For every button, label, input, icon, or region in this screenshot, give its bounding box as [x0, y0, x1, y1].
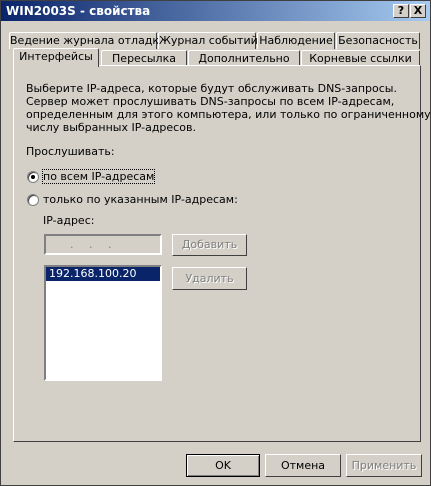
description-line: числу выбранных IP-адресов. — [26, 121, 196, 134]
close-button[interactable]: X — [410, 4, 426, 18]
ip-address-list[interactable]: 192.168.100.20 — [44, 265, 162, 381]
tab-label: Дополнительно — [198, 52, 290, 65]
radio-all-ip[interactable] — [27, 171, 39, 183]
radio-selected-dot — [31, 175, 35, 179]
description-line: Выберите IP-адреса, которые будут обслуж… — [26, 82, 397, 95]
tab-label: Безопасность — [338, 34, 418, 47]
remove-button[interactable]: Удалить — [172, 267, 247, 290]
tab-label: Наблюдение — [259, 34, 333, 47]
tab-label: Интерфейсы — [19, 50, 93, 63]
description-line: Сервер может прослушивать DNS-запросы по… — [26, 95, 395, 108]
radio-specific-ip-label[interactable]: только по указанным IP-адресам: — [43, 193, 238, 206]
list-item[interactable]: 192.168.100.20 — [46, 267, 160, 281]
help-button[interactable]: ? — [393, 4, 409, 18]
tab-monitoring[interactable]: Наблюдение — [257, 32, 335, 49]
ip-input-value: . . . — [70, 238, 118, 251]
add-button[interactable]: Добавить — [172, 234, 247, 256]
tab-interfaces[interactable]: Интерфейсы — [13, 48, 99, 67]
ip-address-input[interactable]: . . . — [44, 234, 162, 255]
cancel-button[interactable]: Отмена — [265, 454, 341, 477]
tab-event-log[interactable]: Журнал событий — [158, 32, 258, 49]
listen-label: Прослушивать: — [26, 145, 115, 158]
radio-all-ip-label[interactable]: по всем IP-адресам — [41, 169, 156, 184]
tab-label: Корневые ссылки — [309, 52, 412, 65]
window-title: WIN2003S - свойства — [6, 4, 151, 18]
tab-debug-logging[interactable]: Ведение журнала отладки — [9, 32, 166, 49]
tab-label: Пересылка — [112, 52, 176, 65]
ip-address-label: IP-адрес: — [43, 214, 95, 227]
description: Выберите IP-адреса, которые будут обслуж… — [26, 82, 431, 134]
interfaces-panel: Выберите IP-адреса, которые будут обслуж… — [13, 65, 431, 442]
description-line: определенным для этого компьютера, или т… — [26, 108, 431, 121]
ok-button[interactable]: OK — [186, 454, 260, 477]
tab-security[interactable]: Безопасность — [336, 32, 420, 49]
properties-window: WIN2003S - свойства ? X Ведение журнала … — [0, 0, 431, 486]
radio-specific-ip[interactable] — [27, 194, 39, 206]
tab-label: Журнал событий — [159, 34, 258, 47]
tab-label: Ведение журнала отладки — [10, 34, 167, 47]
apply-button[interactable]: Применить — [346, 454, 422, 477]
title-bar[interactable]: WIN2003S - свойства ? X — [1, 1, 430, 21]
